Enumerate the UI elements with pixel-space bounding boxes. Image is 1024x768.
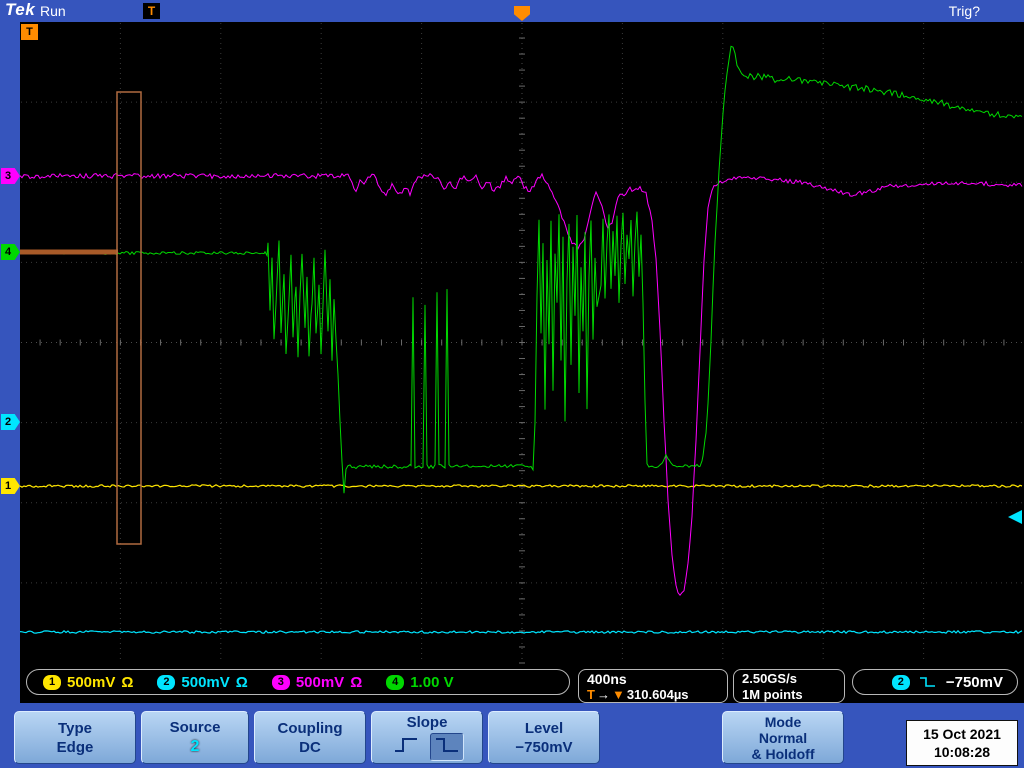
- trigger-status-label: Trig?: [948, 3, 980, 19]
- trigger-position-readout: T → ▼ 310.604µs: [587, 687, 719, 702]
- timebase-readout[interactable]: 400ns T → ▼ 310.604µs: [578, 669, 728, 703]
- ch3-scale-readout[interactable]: 3 500mV Ω: [271, 673, 363, 691]
- mode-value2: & Holdoff: [751, 745, 815, 762]
- ch3-scale: 500mV: [295, 673, 345, 691]
- top-status-bar: Tek Run T Trig?: [0, 0, 1024, 22]
- ch1-badge: 1: [43, 674, 61, 690]
- acquisition-status: Run: [40, 3, 66, 19]
- falling-edge-icon: [436, 738, 458, 752]
- trigger-source-button[interactable]: Source 2: [141, 711, 249, 764]
- timebase-scale: 400ns: [587, 671, 627, 687]
- trigger-position-value: 310.604µs: [626, 687, 689, 702]
- trigger-coupling-button[interactable]: Coupling DC: [254, 711, 366, 764]
- waveform-display: [20, 23, 1023, 664]
- acquisition-readout[interactable]: 2.50GS/s 1M points: [733, 669, 845, 703]
- record-length: 1M points: [742, 687, 803, 702]
- falling-edge-icon: [919, 677, 935, 687]
- trigger-level-value: −750mV: [945, 673, 1003, 691]
- channel-scale-readouts[interactable]: 1 500mV Ω 2 500mV Ω 3 500mV Ω 4 1.00 V: [26, 669, 570, 695]
- ch4-scale: 1.00 V: [410, 673, 454, 691]
- ch1-scale: 500mV: [67, 673, 116, 691]
- date-value: 15 Oct 2021: [923, 726, 1001, 742]
- trigger-source-badge: 2: [891, 674, 910, 690]
- time-value: 10:08:28: [933, 744, 991, 760]
- trigger-time-marker[interactable]: T: [21, 24, 38, 40]
- mode-label: Mode: [764, 713, 802, 730]
- sample-rate: 2.50GS/s: [742, 671, 797, 686]
- falling-edge-option[interactable]: [430, 733, 464, 761]
- trigger-slope-button[interactable]: Slope: [371, 711, 483, 764]
- ch2-badge: 2: [157, 674, 176, 690]
- tek-logo: Tek: [5, 0, 36, 19]
- ch2-scale: 500mV: [181, 673, 230, 691]
- ch2-scale-readout[interactable]: 2 500mV Ω: [157, 673, 248, 691]
- datetime-display: 15 Oct 2021 10:08:28: [906, 720, 1018, 766]
- ch3-badge: 3: [271, 674, 290, 690]
- rising-edge-option[interactable]: [390, 734, 422, 760]
- source-value: 2: [190, 738, 200, 755]
- arrow-icon: →: [596, 687, 610, 702]
- rising-edge-icon: [395, 738, 417, 752]
- mode-value1: Normal: [758, 729, 808, 746]
- coupling-value: DC: [299, 738, 321, 756]
- trigger-type-button[interactable]: Type Edge: [14, 711, 136, 764]
- slope-label: Slope: [406, 714, 448, 731]
- ch1-unit: Ω: [121, 673, 134, 691]
- level-value: −750mV: [515, 738, 573, 756]
- ch1-scale-readout[interactable]: 1 500mV Ω: [43, 674, 133, 691]
- level-label: Level: [524, 719, 564, 737]
- type-value: Edge: [56, 738, 94, 756]
- ch4-scale-readout[interactable]: 4 1.00 V: [386, 673, 454, 691]
- ch2-unit: Ω: [235, 673, 248, 691]
- coupling-label: Coupling: [277, 719, 343, 737]
- trigger-flag-icon: T: [143, 3, 160, 19]
- ch4-badge: 4: [386, 674, 405, 690]
- trigger-readout[interactable]: 2 −750mV: [852, 669, 1018, 695]
- trigger-marker-icon: ▼: [611, 687, 625, 702]
- slope-options: [390, 733, 464, 761]
- type-label: Type: [58, 719, 92, 737]
- ch3-unit: Ω: [350, 673, 363, 691]
- trigger-t-icon: T: [587, 687, 595, 702]
- trigger-mode-button[interactable]: Mode Normal & Holdoff: [722, 711, 844, 764]
- source-label: Source: [169, 719, 221, 736]
- oscilloscope-ui: { "colors": { "bezel_blue": "#3655bd", "…: [0, 0, 1024, 768]
- trigger-level-button[interactable]: Level −750mV: [488, 711, 600, 764]
